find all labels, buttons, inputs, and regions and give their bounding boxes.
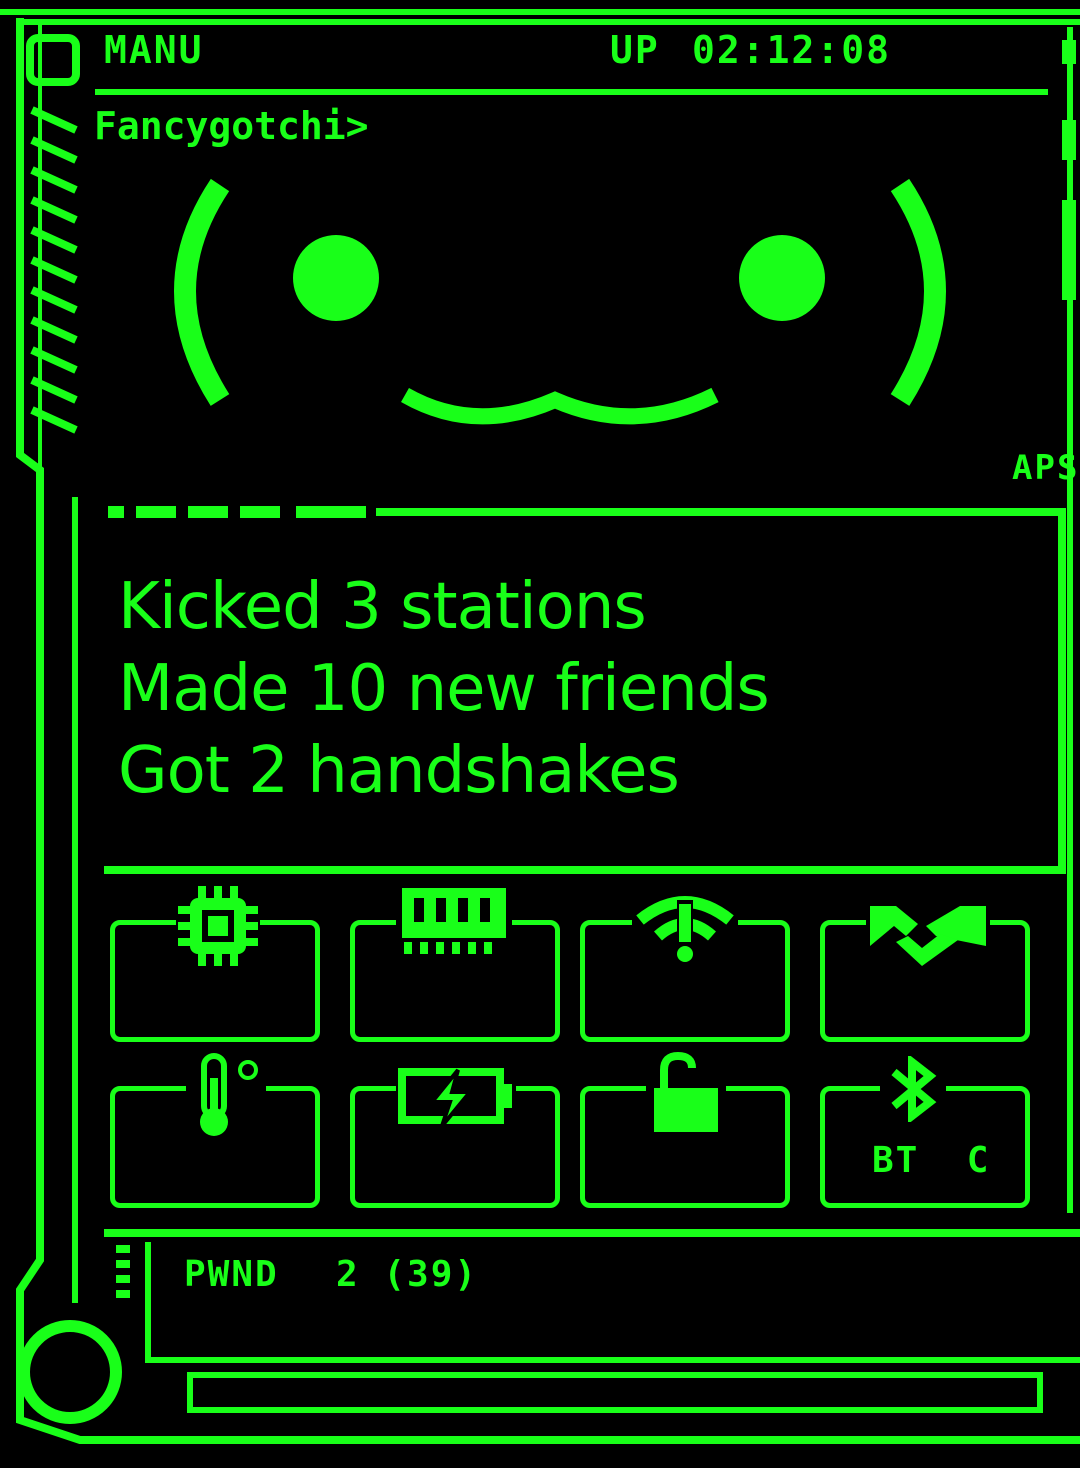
pwnagotchi-name: MANU [104, 28, 204, 72]
unlocked-padlock-icon [646, 1050, 726, 1136]
prompt-label: Fancygotchi> [94, 104, 369, 148]
bluetooth-status: BT C [872, 1140, 991, 1181]
aps-label: APS [1012, 448, 1080, 488]
face-right-paren [890, 178, 946, 406]
face-left-eye [293, 235, 379, 321]
stat-friends: Made 10 new friends [118, 652, 770, 726]
bluetooth-icon [880, 1056, 946, 1122]
face-display [174, 178, 946, 425]
pwnd-label: PWND [184, 1254, 279, 1295]
face-mouth [401, 387, 719, 425]
pwnd-value: 2 (39) [336, 1254, 479, 1295]
wifi-warning-icon [632, 890, 738, 966]
uptime-value: 02:12:08 [692, 28, 892, 72]
face-left-paren [174, 178, 230, 406]
stats-box: Kicked 3 stations Made 10 new friends Go… [118, 566, 770, 812]
stat-handshakes: Got 2 handshakes [118, 734, 680, 808]
battery-charging-icon [396, 1064, 516, 1130]
cpu-icon [176, 884, 260, 968]
memory-icon [396, 884, 512, 960]
thermometer-icon [186, 1052, 266, 1140]
face-right-eye [739, 235, 825, 321]
stat-kicked: Kicked 3 stations [118, 570, 647, 644]
handshake-icon [866, 896, 990, 970]
uptime-label: UP [610, 28, 660, 72]
